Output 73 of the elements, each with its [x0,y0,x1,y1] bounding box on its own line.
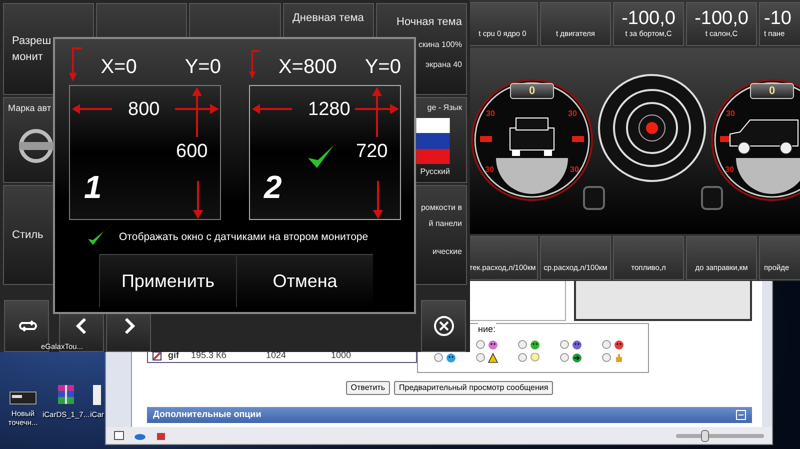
tile-label: экрана 40 [426,58,462,70]
tile-label: ромкости в [420,202,462,214]
corner-arrow-icon [69,45,83,83]
tile-label: й панели [428,218,462,230]
monitor-panel[interactable]: 1280 720 2 [249,85,401,220]
y-coordinate: Y=0 [184,55,221,80]
close-icon [432,315,454,337]
monitor-width: 1280 [308,98,350,122]
radio-button[interactable] [476,340,485,349]
dialog-button[interactable]: Применить [99,254,236,307]
dial-reading: 0 [750,83,794,99]
radio-button[interactable] [602,353,611,362]
arrow-icon [192,181,204,219]
form-button[interactable]: Предварительный просмотр сообщения [394,381,554,395]
file-icon [92,383,102,407]
sensor-value: -100,0 [694,8,748,28]
image-file-icon [152,351,162,361]
emblem-icon [18,128,54,164]
dialog-button[interactable]: Отмена [236,254,373,307]
scale-label: 30 [726,108,735,120]
tile-label: скина 100% [418,38,462,50]
arrow-icon [372,181,384,219]
monitor-height: 600 [176,140,208,164]
tile-label: Русский [420,166,451,178]
square-button[interactable] [701,186,723,210]
scale-label: 30 [725,164,734,176]
tile-label: Стиль [11,228,44,243]
radio-button[interactable] [518,353,527,362]
tile-label: Ночная тема [396,15,462,30]
arrow-icon [355,87,399,139]
monitor-width: 800 [128,98,160,122]
image-height: 1000 [330,349,352,362]
arrow-icon [252,103,292,115]
radio-button[interactable] [434,353,443,362]
radio-button[interactable] [560,340,569,349]
sensor-value: -100,0 [622,8,676,28]
panel-icon [114,431,124,440]
square-button[interactable] [583,186,605,210]
monitor-panel[interactable]: 800 600 1 [69,85,221,220]
x-coordinate: X=800 [278,55,337,80]
file-type: gif [167,349,180,362]
tile-label: ические [432,246,462,258]
radio-button[interactable] [560,353,569,362]
checkbox[interactable] [87,230,105,246]
scale-label: 30 [568,108,577,120]
close-button[interactable] [421,300,466,352]
radio-button[interactable] [518,340,527,349]
image-width: 1024 [265,349,288,362]
arrow-icon [175,87,219,139]
archive-icon [57,383,75,407]
sensor-value: -10 [764,8,792,28]
flag-icon [414,118,452,164]
car-drawing [507,116,557,156]
option-label: Отображать окно с датчиками на втором мониторе [119,230,368,246]
form-button[interactable]: Ответить [346,381,390,395]
dial-reading: 0 [510,83,554,99]
monitor-number: 2 [264,168,282,207]
slider-thumb[interactable] [700,430,709,442]
scale-label: 30 [486,108,495,120]
tile-label: Дневная тема [292,11,364,26]
x-coordinate: X=0 [100,55,137,80]
collapse-icon [736,410,746,420]
radio-button[interactable] [602,340,611,349]
tile-label: ge - Язык [427,102,462,114]
arrow-icon [72,103,112,115]
tile-label: монит [11,50,44,65]
scale-label: 30 [570,164,579,176]
cloud-icon [134,432,146,440]
tile-label: Марка авт [8,102,52,115]
section-title: Дополнительные опции [153,408,262,421]
scale-label: 30 [485,164,494,176]
radio-button[interactable] [476,353,485,362]
tile-label: Разреш [11,34,52,48]
